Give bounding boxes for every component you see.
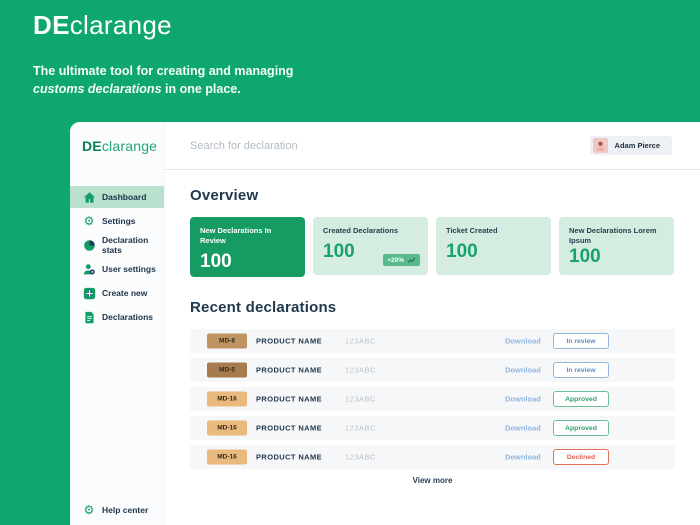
hero: DEclarange The ultimate tool for creatin…	[33, 10, 323, 98]
table-row[interactable]: MD-16 PRODUCT NAME 123ABC Download Decli…	[190, 445, 675, 469]
sidebar-item-label: Dashboard	[102, 192, 146, 202]
overview-title: Overview	[190, 187, 675, 204]
card-ticket-created[interactable]: Ticket Created 100	[436, 217, 551, 275]
sidebar-item-settings[interactable]: ⚙ Settings	[70, 210, 164, 232]
home-icon	[82, 190, 96, 204]
topbar: Adam Pierce	[165, 122, 700, 170]
declarations-table: MD-8 PRODUCT NAME 123ABC Download In rev…	[190, 329, 675, 469]
declaration-id-badge: MD-16	[207, 450, 247, 465]
document-icon	[82, 310, 96, 324]
main-area: Adam Pierce Overview New Declarations In…	[165, 122, 700, 525]
sidebar-item-create-new[interactable]: Create new	[70, 282, 164, 304]
sidebar-brand-bold: DE	[82, 138, 102, 154]
sidebar-item-label: User settings	[102, 264, 156, 274]
sidebar-nav: Dashboard ⚙ Settings Declaration stats U…	[70, 186, 164, 328]
growth-value: +20%	[387, 257, 404, 264]
gear-icon: ⚙	[82, 214, 96, 228]
sidebar-brand-logo[interactable]: DEclarange	[82, 138, 164, 154]
help-gear-icon: ⚙	[82, 503, 96, 517]
user-name: Adam Pierce	[615, 141, 660, 150]
download-link[interactable]: Download	[505, 366, 541, 375]
hero-brand-rest: clarange	[70, 10, 172, 40]
card-value: 100	[446, 241, 541, 263]
download-link[interactable]: Download	[505, 337, 541, 346]
sidebar-item-declaration-stats[interactable]: Declaration stats	[70, 234, 164, 256]
card-new-declarations-in-review[interactable]: New Declarations In Review 100	[190, 217, 305, 277]
product-name: PRODUCT NAME	[256, 337, 322, 346]
pie-chart-icon	[82, 238, 96, 252]
tagline-italic: customs declarations	[33, 82, 162, 96]
card-value: 100	[200, 251, 295, 273]
table-row[interactable]: MD-8 PRODUCT NAME 123ABC Download In rev…	[190, 329, 675, 353]
hero-tagline: The ultimate tool for creating and manag…	[33, 62, 323, 98]
recent-declarations-section: Recent declarations MD-8 PRODUCT NAME 12…	[190, 299, 675, 485]
declaration-id-badge: MD-16	[207, 421, 247, 436]
card-title: New Declarations In Review	[200, 226, 295, 246]
sidebar-item-label: Declarations	[102, 312, 153, 322]
declaration-id-badge: MD-16	[207, 392, 247, 407]
status-badge: Approved	[553, 420, 609, 436]
content: Overview New Declarations In Review 100 …	[165, 170, 700, 485]
declaration-code: 123ABC	[345, 453, 376, 462]
declaration-code: 123ABC	[345, 424, 376, 433]
download-link[interactable]: Download	[505, 395, 541, 404]
product-name: PRODUCT NAME	[256, 366, 322, 375]
tagline-rest: in one place.	[162, 82, 241, 96]
view-more-link[interactable]: View more	[190, 476, 675, 485]
sidebar-item-declarations[interactable]: Declarations	[70, 306, 164, 328]
tagline-line1: The ultimate tool for creating and manag…	[33, 64, 293, 78]
card-value: 100	[569, 246, 664, 268]
help-center-label: Help center	[102, 505, 148, 515]
user-menu[interactable]: Adam Pierce	[590, 136, 672, 155]
sidebar: DEclarange Dashboard ⚙ Settings Declarat…	[70, 122, 165, 525]
card-title: Created Declarations	[323, 226, 418, 236]
card-title: Ticket Created	[446, 226, 541, 236]
card-created-declarations[interactable]: Created Declarations 100 +20%	[313, 217, 428, 275]
search-input[interactable]	[190, 140, 590, 152]
hero-brand-logo: DEclarange	[33, 10, 323, 41]
user-gear-icon	[82, 262, 96, 276]
product-name: PRODUCT NAME	[256, 395, 322, 404]
recent-declarations-title: Recent declarations	[190, 299, 675, 316]
download-link[interactable]: Download	[505, 453, 541, 462]
app-window: DEclarange Dashboard ⚙ Settings Declarat…	[70, 122, 700, 525]
status-badge: In review	[553, 362, 609, 378]
sidebar-item-label: Settings	[102, 216, 136, 226]
status-badge: Approved	[553, 391, 609, 407]
sidebar-item-user-settings[interactable]: User settings	[70, 258, 164, 280]
card-title: New Declarations Lorem Ipsum	[569, 226, 659, 246]
table-row[interactable]: MD-16 PRODUCT NAME 123ABC Download Appro…	[190, 416, 675, 440]
download-link[interactable]: Download	[505, 424, 541, 433]
hero-brand-bold: DE	[33, 10, 70, 40]
sidebar-item-label: Create new	[102, 288, 147, 298]
table-row[interactable]: MD-5 PRODUCT NAME 123ABC Download In rev…	[190, 358, 675, 382]
overview-cards: New Declarations In Review 100 Created D…	[190, 217, 675, 277]
declaration-id-badge: MD-5	[207, 363, 247, 378]
declaration-code: 123ABC	[345, 366, 376, 375]
sidebar-item-label: Declaration stats	[102, 235, 164, 255]
card-new-declarations-lorem-ipsum[interactable]: New Declarations Lorem Ipsum 100	[559, 217, 674, 275]
sidebar-item-dashboard[interactable]: Dashboard	[70, 186, 164, 208]
plus-square-icon	[82, 286, 96, 300]
product-name: PRODUCT NAME	[256, 424, 322, 433]
product-name: PRODUCT NAME	[256, 453, 322, 462]
status-badge: In review	[553, 333, 609, 349]
growth-badge: +20%	[383, 254, 420, 266]
sidebar-brand-rest: clarange	[102, 138, 157, 154]
sidebar-item-help-center[interactable]: ⚙ Help center	[82, 503, 148, 517]
avatar	[593, 138, 608, 153]
declaration-code: 123ABC	[345, 337, 376, 346]
declaration-id-badge: MD-8	[207, 334, 247, 349]
declaration-code: 123ABC	[345, 395, 376, 404]
table-row[interactable]: MD-16 PRODUCT NAME 123ABC Download Appro…	[190, 387, 675, 411]
trend-up-icon	[407, 257, 416, 264]
status-badge: Declined	[553, 449, 609, 465]
